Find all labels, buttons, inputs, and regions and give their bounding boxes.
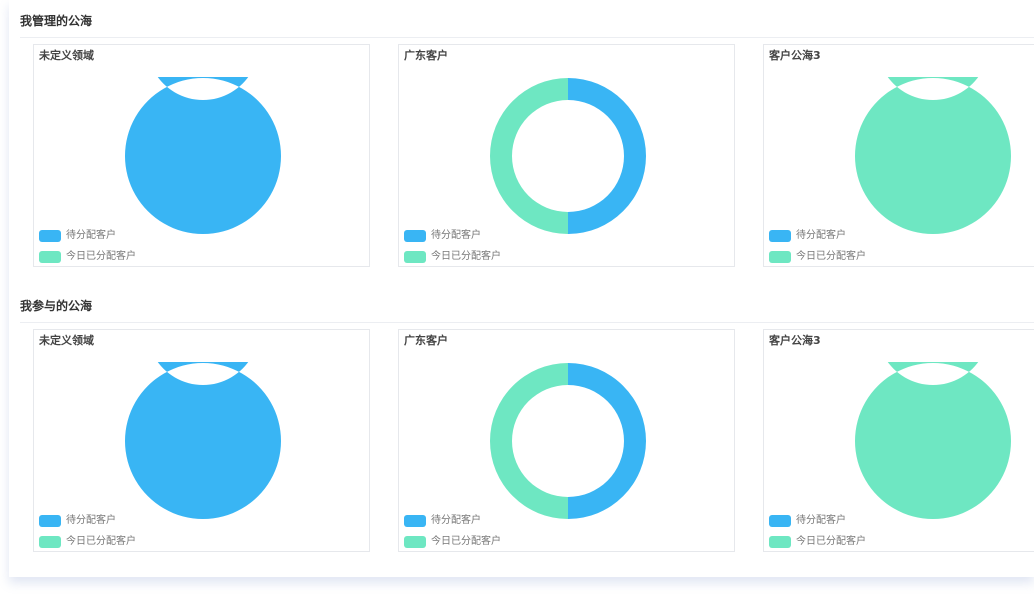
legend-label-assigned: 今日已分配客户 [796, 251, 866, 262]
donut-slice-pending[interactable] [125, 362, 281, 519]
legend-swatch-pending [769, 230, 791, 242]
legend-item-assigned[interactable]: 今日已分配客户 [404, 536, 501, 548]
legend-swatch-assigned [404, 251, 426, 263]
donut-slice-pending[interactable] [125, 77, 281, 234]
legend-label-assigned: 今日已分配客户 [431, 536, 501, 547]
donut-slice-pending[interactable] [568, 78, 646, 234]
donut-slice-pending[interactable] [568, 363, 646, 519]
donut-chart[interactable] [489, 77, 647, 235]
card-title: 未定义领域 [39, 334, 94, 347]
legend-item-assigned[interactable]: 今日已分配客户 [39, 536, 136, 548]
legend-item-pending[interactable]: 待分配客户 [769, 230, 846, 242]
legend-label-assigned: 今日已分配客户 [66, 536, 136, 547]
donut-slice-assigned[interactable] [490, 363, 568, 519]
donut-chart[interactable] [854, 77, 1012, 235]
legend-swatch-pending [769, 515, 791, 527]
legend-item-assigned[interactable]: 今日已分配客户 [769, 251, 866, 263]
pool-card[interactable]: 广东客户 待分配客户 今日已分配客户 [398, 329, 735, 552]
section-title-managed: 我管理的公海 [20, 14, 93, 28]
card-title: 未定义领域 [39, 49, 94, 62]
legend-label-assigned: 今日已分配客户 [796, 536, 866, 547]
legend-swatch-pending [39, 230, 61, 242]
card-title: 广东客户 [404, 49, 448, 62]
page-background: 我管理的公海 未定义领域 待分配客户 今日已分配客户 广东客户 待分配客户 今日… [0, 0, 1034, 596]
section-divider [20, 37, 1034, 38]
donut-chart[interactable] [124, 77, 282, 235]
legend-label-pending: 待分配客户 [66, 230, 116, 241]
donut-slice-assigned[interactable] [855, 77, 1011, 234]
legend-item-pending[interactable]: 待分配客户 [404, 515, 481, 527]
legend-swatch-pending [404, 230, 426, 242]
legend-item-assigned[interactable]: 今日已分配客户 [39, 251, 136, 263]
legend-label-assigned: 今日已分配客户 [66, 251, 136, 262]
main-panel: 我管理的公海 未定义领域 待分配客户 今日已分配客户 广东客户 待分配客户 今日… [9, 0, 1034, 577]
card-title: 广东客户 [404, 334, 448, 347]
pool-card[interactable]: 客户公海3 待分配客户 今日已分配客户 [763, 329, 1034, 552]
legend-swatch-pending [404, 515, 426, 527]
donut-slice-assigned[interactable] [855, 362, 1011, 519]
legend-swatch-assigned [404, 536, 426, 548]
legend-item-pending[interactable]: 待分配客户 [769, 515, 846, 527]
donut-chart[interactable] [489, 362, 647, 520]
legend-label-pending: 待分配客户 [66, 515, 116, 526]
legend-item-assigned[interactable]: 今日已分配客户 [404, 251, 501, 263]
legend-swatch-assigned [769, 251, 791, 263]
legend-item-assigned[interactable]: 今日已分配客户 [769, 536, 866, 548]
legend-label-pending: 待分配客户 [431, 515, 481, 526]
legend-item-pending[interactable]: 待分配客户 [39, 230, 116, 242]
legend-swatch-assigned [39, 536, 61, 548]
card-title: 客户公海3 [769, 334, 821, 347]
donut-slice-assigned[interactable] [490, 78, 568, 234]
section-title-participating: 我参与的公海 [20, 299, 93, 313]
legend-swatch-assigned [39, 251, 61, 263]
legend-item-pending[interactable]: 待分配客户 [404, 230, 481, 242]
donut-chart[interactable] [854, 362, 1012, 520]
legend-item-pending[interactable]: 待分配客户 [39, 515, 116, 527]
pool-card[interactable]: 广东客户 待分配客户 今日已分配客户 [398, 44, 735, 267]
donut-chart[interactable] [124, 362, 282, 520]
legend-swatch-assigned [769, 536, 791, 548]
section-divider [20, 322, 1034, 323]
legend-swatch-pending [39, 515, 61, 527]
pool-card[interactable]: 未定义领域 待分配客户 今日已分配客户 [33, 44, 370, 267]
legend-label-pending: 待分配客户 [431, 230, 481, 241]
legend-label-assigned: 今日已分配客户 [431, 251, 501, 262]
legend-label-pending: 待分配客户 [796, 230, 846, 241]
pool-card[interactable]: 未定义领域 待分配客户 今日已分配客户 [33, 329, 370, 552]
pool-card[interactable]: 客户公海3 待分配客户 今日已分配客户 [763, 44, 1034, 267]
card-title: 客户公海3 [769, 49, 821, 62]
legend-label-pending: 待分配客户 [796, 515, 846, 526]
